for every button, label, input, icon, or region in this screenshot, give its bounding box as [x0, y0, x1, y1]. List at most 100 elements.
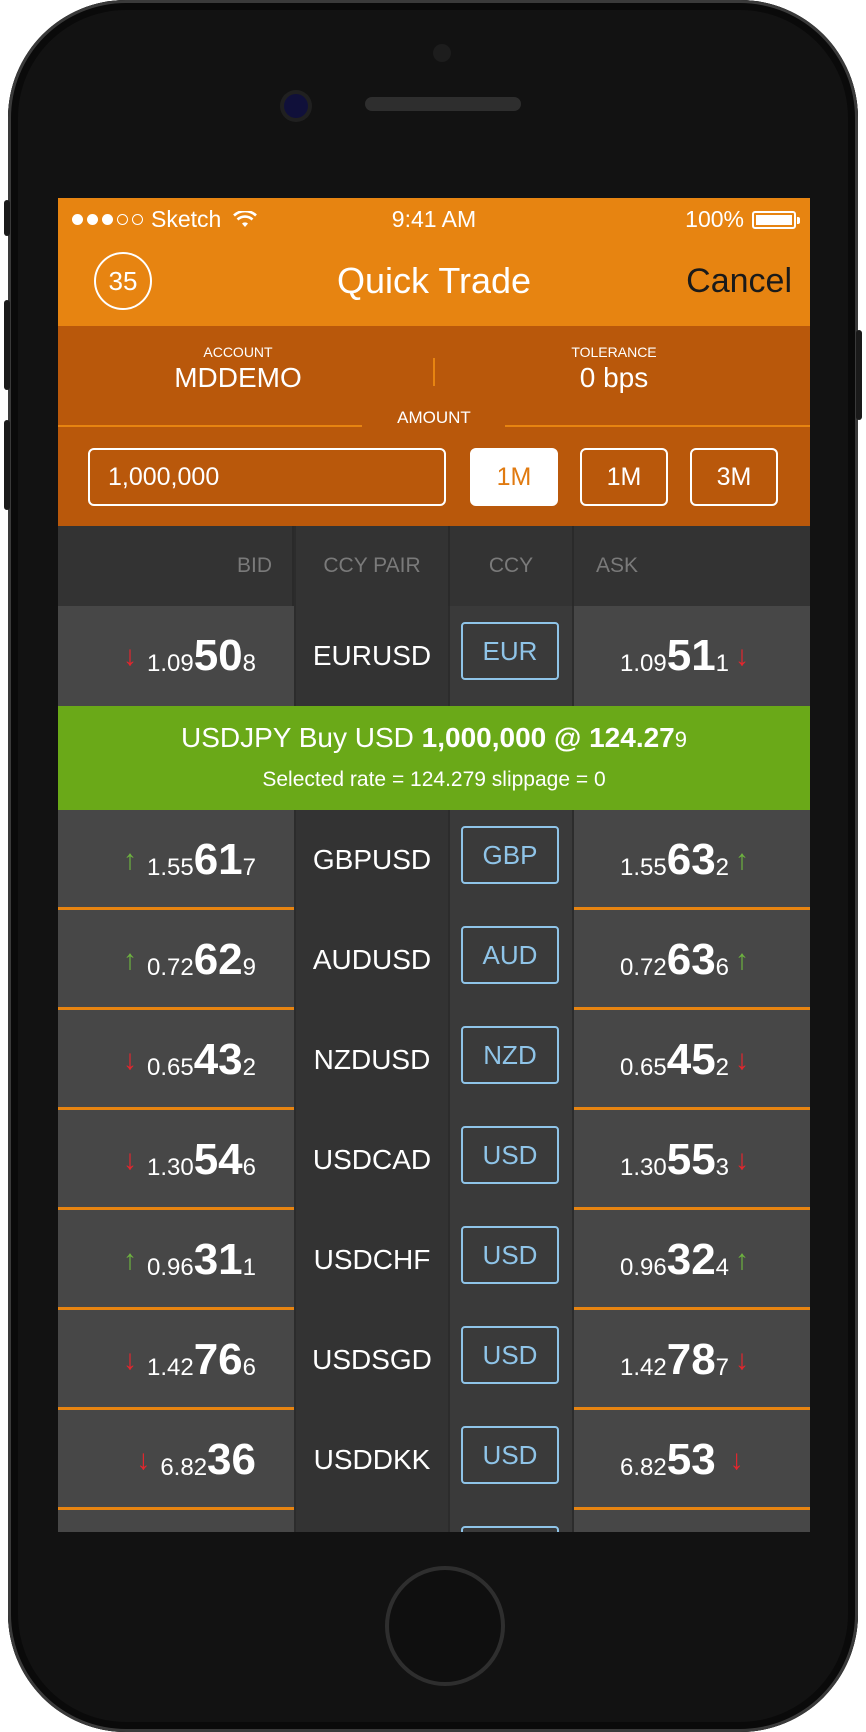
ask-price-pip: 1 [715, 650, 730, 677]
bid-price-pip: 1 [242, 1254, 256, 1281]
account-value[interactable]: MDDEMO [88, 362, 388, 394]
ccy-toggle-button[interactable]: USD [461, 1326, 559, 1384]
column-header-ccy: CCY [450, 526, 574, 606]
mute-switch [4, 200, 10, 236]
currency-pair: USDCAD [312, 1144, 432, 1175]
ask-price-pip: 2 [715, 1054, 730, 1081]
bid-price-prefix: 0.65 [146, 1054, 194, 1081]
ask-price-pip: 2 [715, 854, 730, 881]
ccy-toggle-button[interactable]: EUR [461, 622, 559, 680]
ask-price-prefix: 1.55 [620, 854, 667, 881]
battery-status: 100% [685, 206, 800, 233]
bid-cell[interactable]: ↓ 0.65 43 2 [58, 1010, 294, 1110]
bid-cell[interactable]: ↑ 0.72 62 9 [58, 910, 294, 1010]
currency-pair: GBPUSD [312, 844, 432, 875]
bid-cell[interactable]: ↓ 1.30 54 6 [58, 1110, 294, 1210]
ask-cell[interactable]: 1.55 63 2 ↑ [574, 810, 810, 910]
ccy-toggle-button[interactable]: USD [461, 1226, 559, 1284]
ask-cell[interactable]: 6.82 53 ↓ [574, 1410, 810, 1510]
currency-pair: USDSGD [312, 1344, 432, 1375]
bid-price-prefix: 0.96 [146, 1254, 194, 1281]
confirmation-amount: 1,000,000 [421, 722, 547, 753]
bid-cell[interactable]: ↑ 0.96 31 1 [58, 1210, 294, 1310]
navigation-bar: 35 Quick Trade Cancel [58, 238, 810, 326]
amount-label: AMOUNT [397, 408, 471, 427]
currency-pair: NZDUSD [313, 1044, 431, 1075]
bid-cell[interactable]: ↓ 1.42 76 6 [58, 1310, 294, 1410]
rate-row-audusd: ↑ 0.72 62 9 AUDUSD AUD 0.72 63 6 ↑ [58, 910, 810, 1010]
arrow-up-icon: ↑ [122, 944, 137, 975]
pair-cell: GBPUSD [296, 810, 448, 910]
ask-price-big-figure: 78 [666, 1335, 716, 1384]
bid-price-pip: 8 [242, 650, 256, 677]
ccy-cell: GBP [450, 810, 572, 910]
tolerance-value[interactable]: 0 bps [464, 362, 764, 394]
bid-cell [58, 1510, 294, 1532]
ask-cell[interactable]: 0.96 32 4 ↑ [574, 1210, 810, 1310]
tenor-button-1m-alt[interactable]: 1M [580, 448, 668, 506]
bid-price-prefix: 6.82 [160, 1454, 208, 1481]
ask-cell[interactable]: 1.30 55 3 ↓ [574, 1110, 810, 1210]
tenor-button-3m[interactable]: 3M [690, 448, 778, 506]
ccy-toggle-button[interactable]: AUD [461, 926, 559, 984]
bid-price-prefix: 1.55 [146, 854, 194, 881]
pair-cell: AUDUSD [296, 910, 448, 1010]
ccy-toggle-button[interactable]: GBP [461, 826, 559, 884]
amount-input[interactable]: 1,000,000 [88, 448, 446, 506]
volume-up-button [4, 300, 10, 390]
status-bar: Sketch 9:41 AM 100% [58, 198, 810, 238]
bid-price-prefix: 0.72 [146, 954, 194, 981]
bid-price-big-figure: 31 [193, 1235, 243, 1284]
bid-cell[interactable]: ↓ 1.09 50 8 [58, 606, 294, 706]
ask-price-prefix: 0.96 [620, 1254, 667, 1281]
ask-cell[interactable]: 0.65 45 2 ↓ [574, 1010, 810, 1110]
bid-price-pip: 6 [242, 1154, 256, 1181]
front-camera-icon [284, 94, 308, 118]
ask-price-big-figure: 63 [666, 835, 716, 884]
bid-cell[interactable]: ↑ 1.55 61 7 [58, 810, 294, 910]
home-button[interactable] [385, 1566, 505, 1686]
ask-price-pip: 4 [715, 1254, 730, 1281]
tolerance-label: TOLERANCE [571, 344, 657, 360]
ccy-toggle-button[interactable]: NZD [461, 1026, 559, 1084]
bid-price-prefix: 1.30 [146, 1154, 194, 1181]
ccy-toggle-button[interactable] [461, 1526, 559, 1532]
ccy-cell: AUD [450, 910, 572, 1010]
rate-row-usdsgd: ↓ 1.42 76 6 USDSGD USD 1.42 78 7 ↓ [58, 1310, 810, 1410]
ask-price-pip: 7 [715, 1354, 730, 1381]
cancel-button[interactable]: Cancel [686, 262, 792, 301]
bid-price-pip: 7 [242, 854, 256, 881]
arrow-up-icon: ↑ [735, 844, 750, 875]
bid-cell[interactable]: ↓ 6.82 36 [58, 1410, 294, 1510]
ask-cell[interactable]: 0.72 63 6 ↑ [574, 910, 810, 1010]
battery-percent: 100% [685, 206, 744, 232]
bid-price-big-figure: 36 [207, 1435, 256, 1484]
bid-price-pip: 9 [242, 954, 256, 981]
arrow-up-icon: ↑ [735, 1244, 750, 1275]
tenor-button-1m[interactable]: 1M [470, 448, 558, 506]
pair-cell: EURUSD [296, 606, 448, 706]
ask-price-big-figure: 55 [666, 1135, 716, 1184]
earpiece-speaker [365, 97, 521, 111]
confirmation-rate: 124.27 [589, 722, 675, 753]
proximity-sensor [433, 44, 451, 62]
ask-cell[interactable]: 1.09 51 1 ↓ [574, 606, 810, 706]
ask-cell[interactable]: 1.42 78 7 ↓ [574, 1310, 810, 1410]
arrow-down-icon: ↓ [735, 1044, 750, 1075]
battery-icon [752, 210, 800, 229]
ccy-toggle-button[interactable]: USD [461, 1426, 559, 1484]
arrow-down-icon: ↓ [122, 1144, 137, 1175]
bid-price-big-figure: 61 [193, 835, 243, 884]
arrow-down-icon: ↓ [735, 640, 750, 671]
ask-price-big-figure: 53 [666, 1435, 716, 1484]
ccy-cell: EUR [450, 606, 572, 706]
bid-price-big-figure: 54 [193, 1135, 243, 1184]
confirmation-prefix: USDJPY Buy USD [180, 722, 422, 753]
pair-cell: USDCHF [296, 1210, 448, 1310]
ccy-cell: USD [450, 1310, 572, 1410]
ccy-cell [450, 1510, 572, 1532]
bid-price-big-figure: 76 [193, 1335, 243, 1384]
trade-confirmation-banner: USDJPY Buy USD 1,000,000 @ 124.279 Selec… [58, 706, 810, 810]
ccy-cell: USD [450, 1410, 572, 1510]
ccy-toggle-button[interactable]: USD [461, 1126, 559, 1184]
